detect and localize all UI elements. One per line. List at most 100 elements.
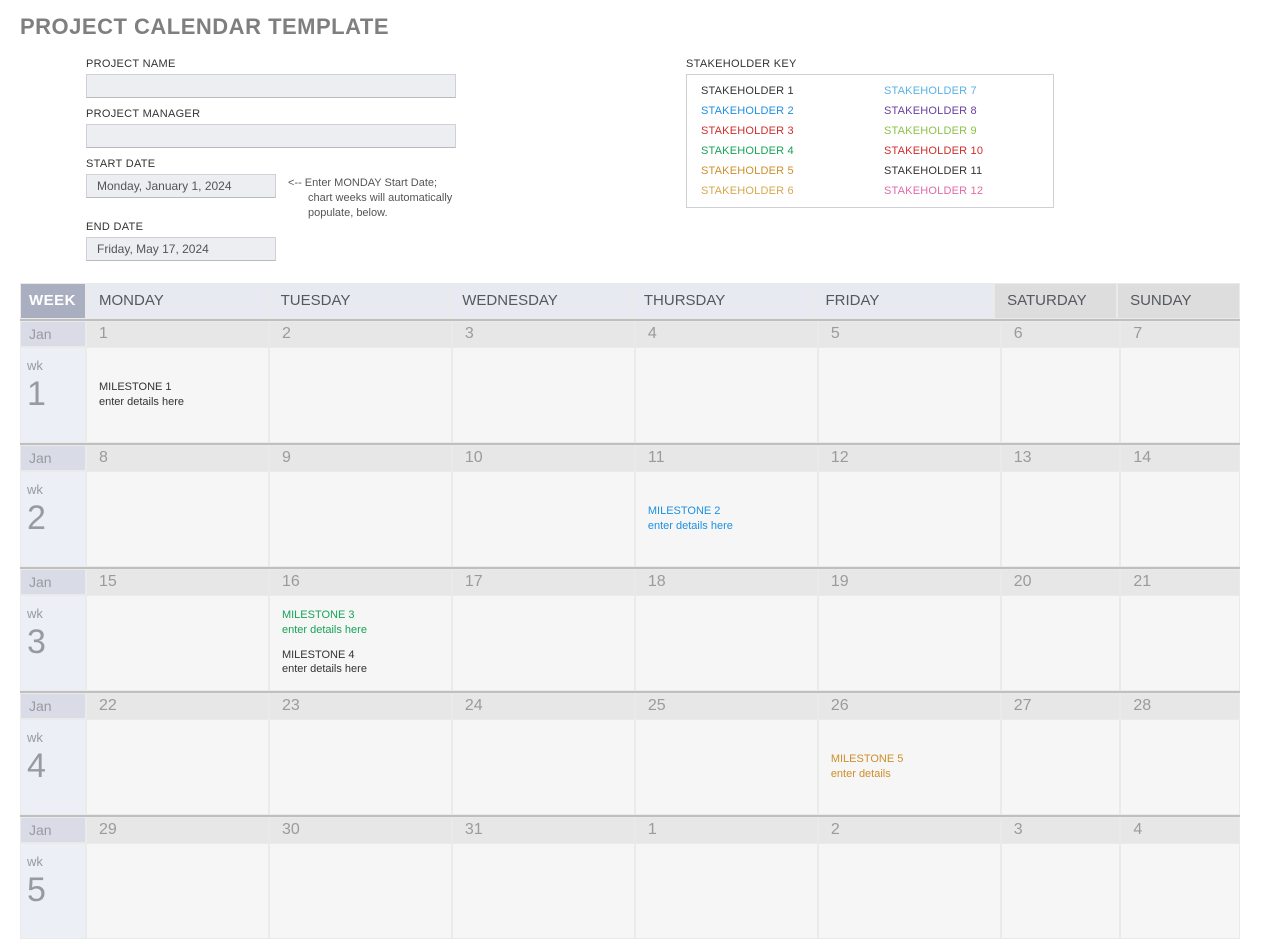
calendar-day-cell[interactable]: 23	[269, 693, 452, 815]
calendar-day-cell[interactable]: 2	[269, 321, 452, 443]
calendar-day-cell[interactable]: 3	[452, 321, 635, 443]
calendar-day-cell[interactable]: 10	[452, 445, 635, 567]
day-body	[1002, 720, 1120, 814]
stakeholder-key-item: STAKEHOLDER 12	[870, 181, 1053, 201]
day-body	[87, 720, 268, 814]
milestone[interactable]: MILESTONE 4enter details here	[282, 648, 439, 678]
calendar-day-cell[interactable]: 3	[1001, 817, 1121, 939]
calendar-day-cell[interactable]: 2	[818, 817, 1001, 939]
calendar-week-row: Janwk31516MILESTONE 3enter details hereM…	[20, 567, 1240, 691]
day-number: 13	[1002, 446, 1120, 472]
calendar-day-cell[interactable]: 27	[1001, 693, 1121, 815]
calendar-day-cell[interactable]: 22	[86, 693, 269, 815]
milestone[interactable]: MILESTONE 5enter details	[831, 752, 988, 782]
calendar-day-cell[interactable]: 14	[1120, 445, 1240, 567]
stakeholder-key-item: STAKEHOLDER 8	[870, 101, 1053, 121]
calendar-day-cell[interactable]: 6	[1001, 321, 1121, 443]
day-body	[636, 720, 817, 814]
calendar-day-cell[interactable]: 30	[269, 817, 452, 939]
day-number: 17	[453, 570, 634, 596]
day-body	[270, 844, 451, 938]
calendar-day-cell[interactable]: 17	[452, 569, 635, 691]
day-number: 18	[636, 570, 817, 596]
day-header: THURSDAY	[631, 283, 813, 319]
day-number: 27	[1002, 694, 1120, 720]
calendar-day-cell[interactable]: 31	[452, 817, 635, 939]
project-manager-input[interactable]	[86, 124, 456, 148]
day-number: 15	[87, 570, 268, 596]
project-name-input[interactable]	[86, 74, 456, 98]
day-number: 9	[270, 446, 451, 472]
calendar-day-cell[interactable]: 26 MILESTONE 5enter details	[818, 693, 1001, 815]
day-body	[453, 596, 634, 690]
day-body	[1121, 720, 1239, 814]
day-number: 26	[819, 694, 1000, 720]
milestone[interactable]: MILESTONE 3enter details here	[282, 608, 439, 638]
calendar-day-cell[interactable]: 1 MILESTONE 1enter details here	[86, 321, 269, 443]
day-body	[453, 720, 634, 814]
calendar-day-cell[interactable]: 5	[818, 321, 1001, 443]
calendar-day-cell[interactable]: 7	[1120, 321, 1240, 443]
project-manager-label: PROJECT MANAGER	[86, 108, 546, 120]
calendar-day-cell[interactable]: 29	[86, 817, 269, 939]
meta-section: PROJECT NAME PROJECT MANAGER START DATE …	[20, 58, 1240, 271]
calendar-day-cell[interactable]: 8	[86, 445, 269, 567]
calendar-day-cell[interactable]: 20	[1001, 569, 1121, 691]
day-number: 23	[270, 694, 451, 720]
calendar-day-cell[interactable]: 9	[269, 445, 452, 567]
day-number: 30	[270, 818, 451, 844]
day-number: 1	[87, 322, 268, 348]
day-number: 21	[1121, 570, 1239, 596]
calendar-day-cell[interactable]: 15	[86, 569, 269, 691]
week-month: Jan	[20, 321, 86, 347]
calendar-week-row: Janwk2891011MILESTONE 2enter details her…	[20, 443, 1240, 567]
day-number: 10	[453, 446, 634, 472]
calendar-day-cell[interactable]: 25	[635, 693, 818, 815]
day-number: 28	[1121, 694, 1239, 720]
stakeholder-key-label: STAKEHOLDER KEY	[686, 58, 1046, 70]
day-number: 7	[1121, 322, 1239, 348]
calendar-day-cell[interactable]: 4	[635, 321, 818, 443]
day-body	[819, 844, 1000, 938]
day-header: WEDNESDAY	[449, 283, 631, 319]
calendar-day-cell[interactable]: 4	[1120, 817, 1240, 939]
day-body	[1002, 844, 1120, 938]
day-body: MILESTONE 1enter details here	[87, 348, 268, 442]
calendar-day-cell[interactable]: 28	[1120, 693, 1240, 815]
page-title: PROJECT CALENDAR TEMPLATE	[20, 14, 1240, 40]
day-number: 12	[819, 446, 1000, 472]
stakeholder-key-item: STAKEHOLDER 2	[687, 101, 870, 121]
calendar-day-cell[interactable]: 12	[818, 445, 1001, 567]
day-body	[1121, 472, 1239, 566]
milestone[interactable]: MILESTONE 1enter details here	[99, 380, 256, 410]
day-body	[819, 596, 1000, 690]
calendar-day-cell[interactable]: 19	[818, 569, 1001, 691]
calendar-day-cell[interactable]: 24	[452, 693, 635, 815]
calendar-day-cell[interactable]: 16MILESTONE 3enter details hereMILESTONE…	[269, 569, 452, 691]
day-number: 19	[819, 570, 1000, 596]
stakeholder-key-item: STAKEHOLDER 3	[687, 121, 870, 141]
stakeholder-key-item: STAKEHOLDER 9	[870, 121, 1053, 141]
calendar-week-row: Janwk42223242526MILESTONE 5enter details…	[20, 691, 1240, 815]
start-date-input[interactable]	[86, 174, 276, 198]
calendar-week-row: Janwk11MILESTONE 1enter details here2345…	[20, 319, 1240, 443]
day-body: MILESTONE 5enter details	[819, 720, 1000, 814]
day-body	[636, 844, 817, 938]
calendar-day-cell[interactable]: 11MILESTONE 2enter details here	[635, 445, 818, 567]
stakeholder-key-item: STAKEHOLDER 5	[687, 161, 870, 181]
day-body	[270, 720, 451, 814]
day-body	[87, 472, 268, 566]
day-body	[636, 348, 817, 442]
calendar-day-cell[interactable]: 21	[1120, 569, 1240, 691]
day-number: 25	[636, 694, 817, 720]
day-body	[1002, 348, 1120, 442]
day-number: 20	[1002, 570, 1120, 596]
day-number: 22	[87, 694, 268, 720]
milestone[interactable]: MILESTONE 2enter details here	[648, 504, 805, 534]
end-date-input[interactable]	[86, 237, 276, 261]
calendar-day-cell[interactable]: 1	[635, 817, 818, 939]
calendar-day-cell[interactable]: 13	[1001, 445, 1121, 567]
end-date-label: END DATE	[86, 221, 546, 233]
calendar-day-cell[interactable]: 18	[635, 569, 818, 691]
stakeholder-key-item: STAKEHOLDER 11	[870, 161, 1053, 181]
